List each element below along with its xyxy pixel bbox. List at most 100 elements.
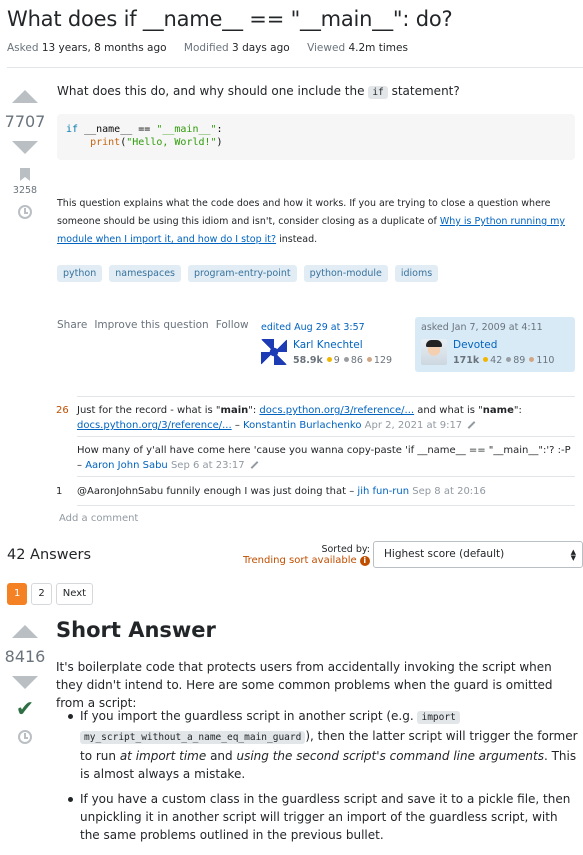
code-keyword: if <box>66 124 79 135</box>
asked-value: 13 years, 8 months ago <box>41 42 167 54</box>
comment-user[interactable]: Aaron John Sabu <box>85 460 168 471</box>
tag-program-entry-point[interactable]: program-entry-point <box>188 265 297 282</box>
comment-body: How many of y'all have come here 'cause … <box>77 443 573 473</box>
bullet-text: If you have a custom class in the guardl… <box>80 792 571 842</box>
comment-divider <box>77 436 575 437</box>
modified-value[interactable]: 3 days ago <box>232 42 290 54</box>
owner-avatar[interactable] <box>421 339 447 365</box>
question-title[interactable]: What does if __name__ == "__main__": do? <box>7 7 453 31</box>
editor-avatar[interactable] <box>261 339 287 365</box>
code-text: __name__ == <box>78 124 157 135</box>
improve-question-link[interactable]: Improve this question <box>94 319 208 331</box>
comment-divider <box>77 396 575 397</box>
comment-link[interactable]: docs.python.org/3/reference/... <box>259 405 414 416</box>
edited-timestamp[interactable]: edited Aug 29 at 3:57 <box>261 322 401 333</box>
comment-score: 1 <box>56 486 63 497</box>
code-block: if __name__ == "__main__": print("Hello,… <box>57 114 575 160</box>
next-page-button[interactable]: Next <box>55 583 94 605</box>
question-body: What does this do, and why should one in… <box>57 84 460 99</box>
question-vote-count: 7707 <box>4 112 46 131</box>
downvote-icon[interactable] <box>12 141 38 154</box>
question-text-start: What does this do, and why should one in… <box>57 84 365 98</box>
comment-user[interactable]: Konstantin Burlachenko <box>243 420 361 431</box>
comment-user[interactable]: jih fun-run <box>357 486 409 497</box>
comment-text: How many of y'all have come here 'cause … <box>77 445 571 456</box>
code-text: ) <box>216 137 223 148</box>
sort-select[interactable]: Highest score (default) ▲ ▼ <box>373 541 583 568</box>
editor-gold-count: 9 <box>333 355 340 366</box>
follow-link[interactable]: Follow <box>216 319 249 331</box>
tag-python[interactable]: python <box>57 265 103 282</box>
bullet-text: and <box>206 749 237 763</box>
tag-python-module[interactable]: python-module <box>303 265 388 282</box>
upvote-icon[interactable] <box>12 625 38 638</box>
owner-bronze-count: 110 <box>536 355 555 366</box>
question-text-end: statement? <box>391 84 460 98</box>
comment-body: @AaronJohnSabu funnily enough I was just… <box>77 484 573 499</box>
bronze-badge-icon <box>366 357 372 362</box>
answer-heading: Short Answer <box>56 618 216 642</box>
downvote-icon[interactable] <box>12 676 38 689</box>
comment-date[interactable]: Sep 6 at 23:17 <box>171 460 245 471</box>
editor-reputation: 58.9k <box>293 355 323 366</box>
pagination: 1 2 Next <box>7 583 94 605</box>
comment-date[interactable]: Sep 8 at 20:16 <box>412 486 486 497</box>
question-inline-code: if <box>368 86 388 99</box>
gold-badge-icon <box>483 357 489 362</box>
answers-count: 42 Answers <box>7 547 92 563</box>
tag-namespaces[interactable]: namespaces <box>109 265 181 282</box>
owner-reputation: 171k <box>453 355 480 366</box>
comment-separator: – <box>346 486 358 497</box>
question-meta: Asked 13 years, 8 months ago Modified 3 … <box>7 42 422 54</box>
silver-badge-icon <box>343 357 349 362</box>
sort-value: Highest score (default) <box>384 548 505 560</box>
comment-body: Just for the record - what is "main": do… <box>77 403 573 433</box>
info-icon[interactable]: i <box>359 556 370 566</box>
comment-text: and what is " <box>414 405 483 416</box>
answer-vote-column: 8416 ✔ <box>0 625 50 744</box>
editor-silver-count: 86 <box>350 355 363 366</box>
share-link[interactable]: Share <box>57 319 87 331</box>
upvote-icon[interactable] <box>12 90 38 103</box>
editor-name[interactable]: Karl Knechtel <box>293 339 392 351</box>
code-function: print <box>90 137 121 148</box>
comment-link[interactable]: docs.python.org/3/reference/... <box>77 420 232 431</box>
comment-date[interactable]: Apr 2, 2021 at 9:17 <box>365 420 463 431</box>
question-vote-column: 7707 3258 <box>0 90 50 219</box>
code-text: : <box>216 124 223 135</box>
page-2-button[interactable]: 2 <box>31 583 52 605</box>
editor-card: edited Aug 29 at 3:57 Karl Knechtel 58.9… <box>261 322 401 366</box>
owner-name[interactable]: Devoted <box>453 339 554 351</box>
comment-bold: name <box>482 405 514 416</box>
answer-intro: It's boilerplate code that protects user… <box>56 660 553 710</box>
add-comment-link[interactable]: Add a comment <box>59 513 138 524</box>
viewed-value: 4.2m times <box>348 42 408 54</box>
editor-stats: 58.9k 9 86 129 <box>293 355 392 366</box>
history-icon[interactable] <box>18 730 32 744</box>
comment-separator: – <box>77 460 86 471</box>
comment-list: 26 Just for the record - what is "main":… <box>56 396 575 506</box>
comment-text: ": <box>248 405 260 416</box>
tag-list: python namespaces program-entry-point py… <box>57 265 439 282</box>
owner-gold-count: 42 <box>490 355 503 366</box>
comment-text: @AaronJohnSabu funnily enough I was just… <box>77 486 347 497</box>
trending-sort-notice[interactable]: Trending sort available i <box>243 555 370 566</box>
accepted-check-icon: ✔ <box>15 697 35 722</box>
gold-badge-icon <box>326 357 332 362</box>
tag-idioms[interactable]: idioms <box>394 265 439 282</box>
list-item: If you import the guardless script in an… <box>56 707 578 783</box>
history-icon[interactable] <box>18 205 32 219</box>
page-1-button[interactable]: 1 <box>7 583 28 605</box>
asked-timestamp[interactable]: asked Jan 7, 2009 at 4:11 <box>421 322 569 333</box>
viewed-label: Viewed <box>307 42 346 54</box>
bronze-badge-icon <box>529 357 535 362</box>
bookmark-icon[interactable] <box>20 168 30 181</box>
inline-code: import <box>417 711 460 724</box>
modified-label: Modified <box>183 42 229 54</box>
trending-text: Trending sort available <box>243 555 357 566</box>
note-end: instead. <box>279 234 318 245</box>
post-menu: Share Improve this question Follow <box>57 319 249 331</box>
owner-stats: 171k 42 89 110 <box>453 355 554 366</box>
answer-bullets: If you import the guardless script in an… <box>56 707 578 851</box>
owner-silver-count: 89 <box>513 355 526 366</box>
